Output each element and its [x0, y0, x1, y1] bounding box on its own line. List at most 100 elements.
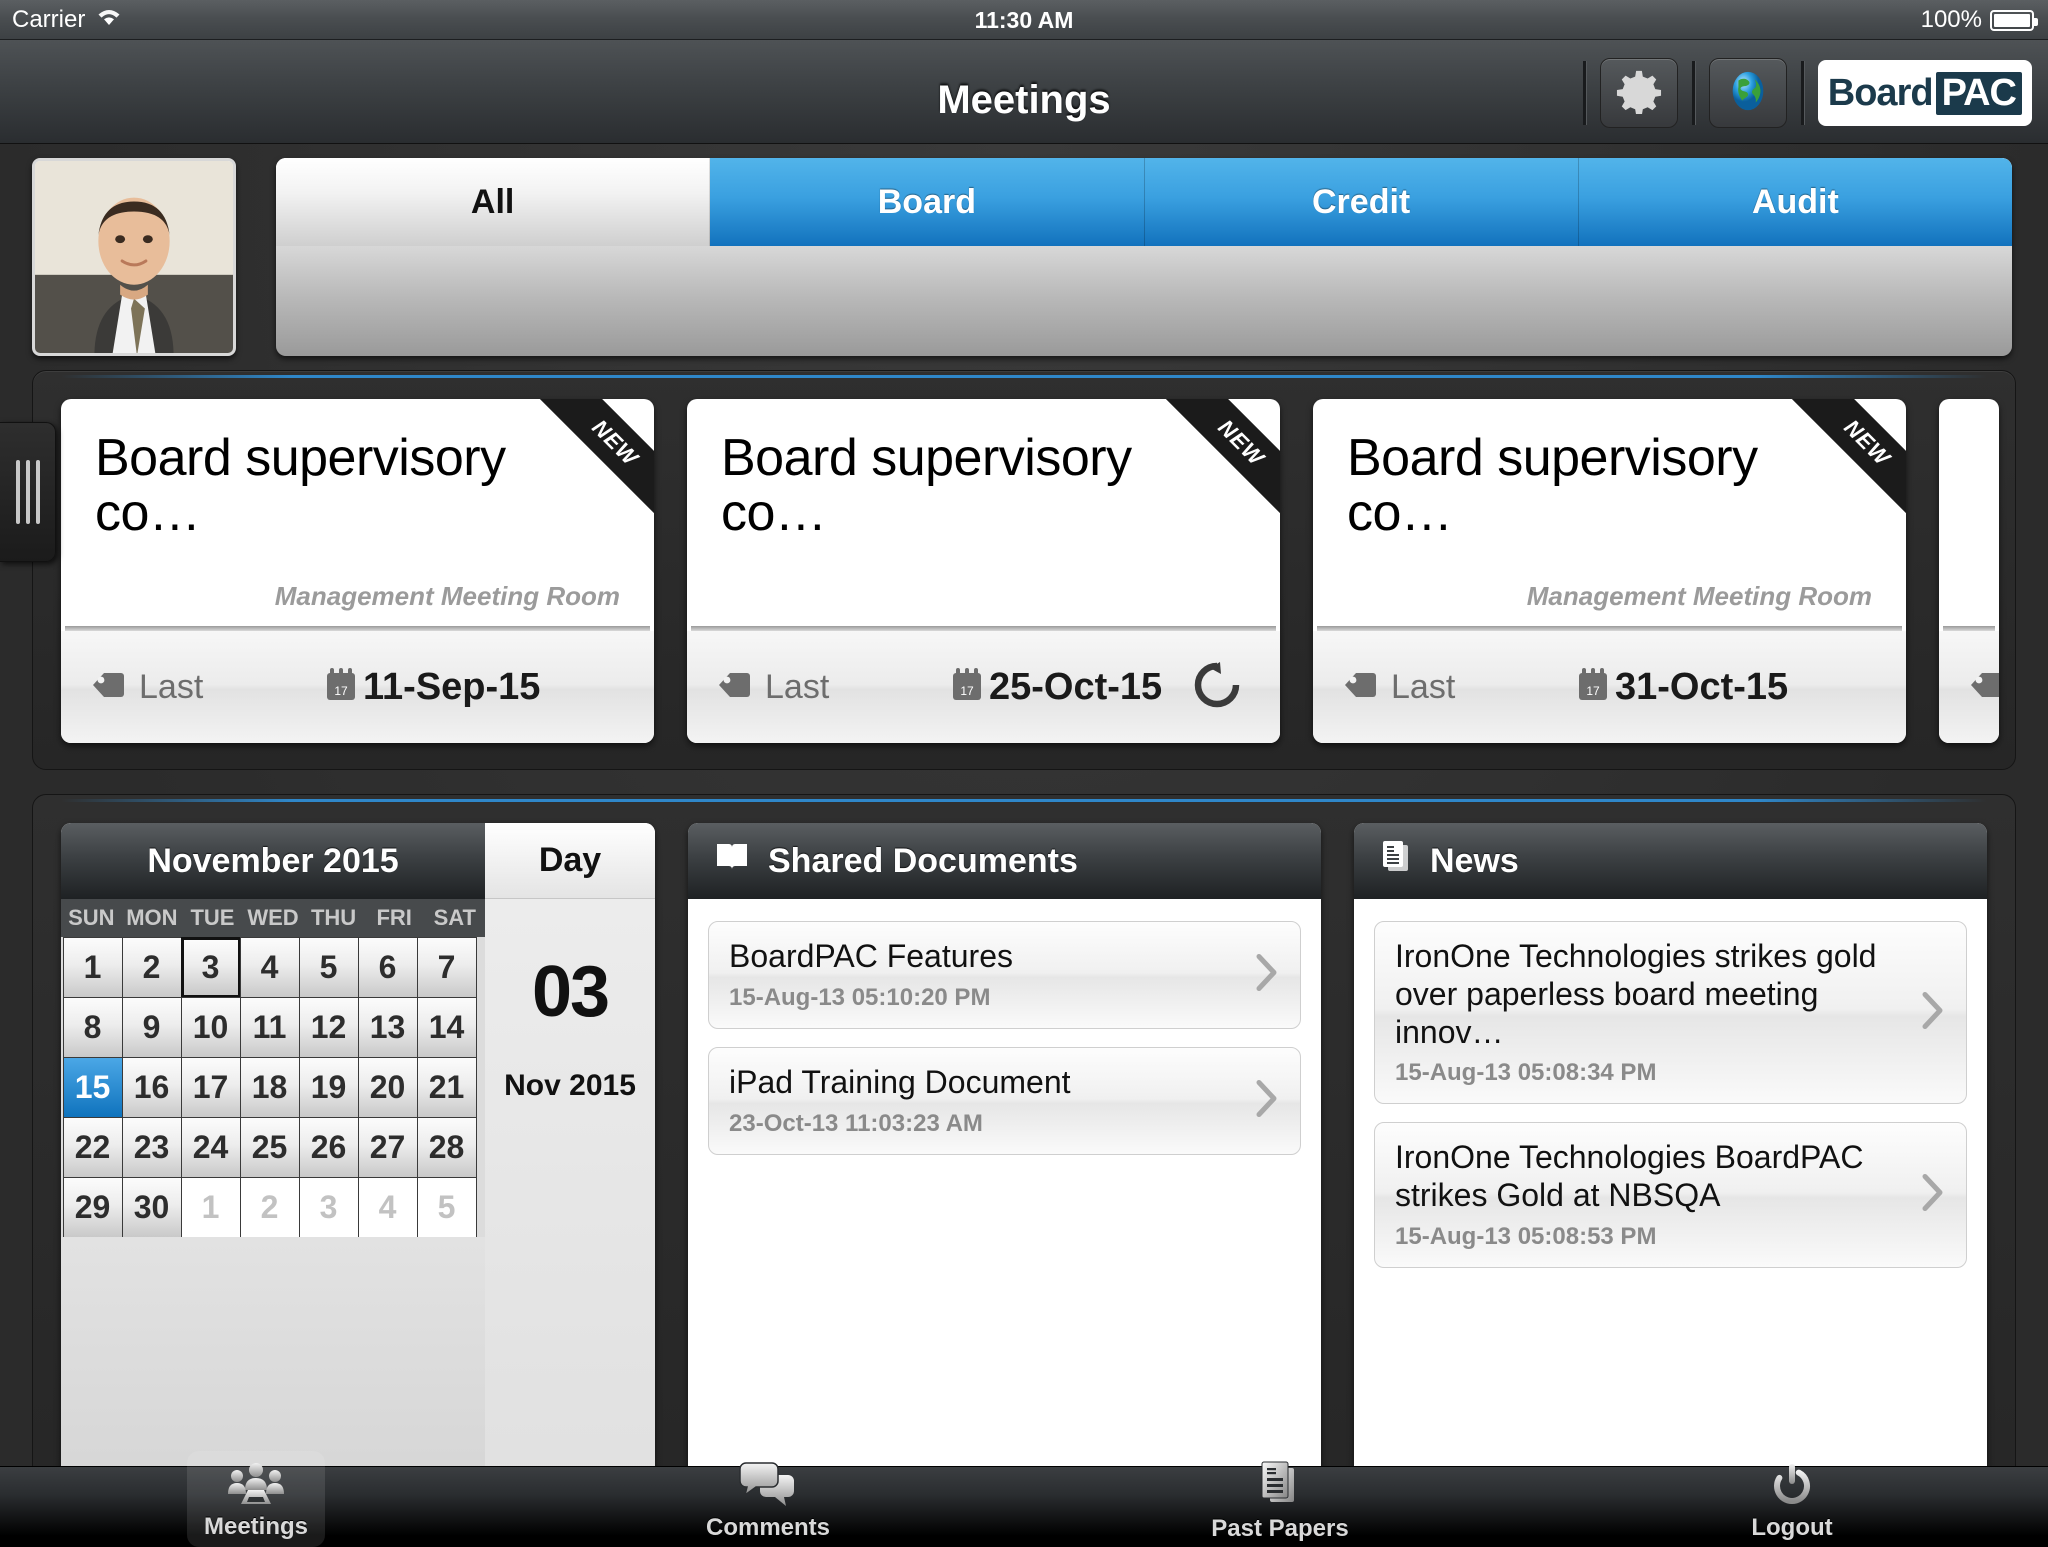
power-icon	[1769, 1461, 1815, 1512]
chevron-right-icon	[1922, 991, 1944, 1034]
calendar-day[interactable]: 17	[180, 1056, 241, 1118]
stacked-papers-icon	[1256, 1460, 1304, 1513]
svg-text:17: 17	[1586, 684, 1600, 698]
tab-board[interactable]: Board	[710, 158, 1145, 246]
tab-label: Meetings	[203, 1513, 308, 1540]
globe-icon	[1725, 68, 1771, 119]
meeting-card-footer: Last 17 25-Oct-15	[687, 631, 1280, 743]
shared-documents-list: BoardPAC Features 15-Aug-13 05:10:20 PM …	[688, 899, 1321, 1499]
open-book-icon	[714, 841, 750, 882]
calendar-day[interactable]: 2	[121, 936, 182, 998]
tab-credit[interactable]: Credit	[1144, 158, 1579, 246]
list-item[interactable]: BoardPAC Features 15-Aug-13 05:10:20 PM	[708, 921, 1301, 1029]
calendar-widget[interactable]: November 2015 SUN MON TUE WED THU FRI SA…	[61, 823, 655, 1499]
weekday-label: THU	[310, 905, 357, 930]
list-item[interactable]: iPad Training Document 23-Oct-13 11:03:2…	[708, 1046, 1301, 1155]
calendar-day[interactable]: 20	[357, 1056, 418, 1118]
gear-icon	[1616, 68, 1662, 119]
calendar-day[interactable]: 10	[180, 996, 241, 1058]
tab-logout[interactable]: Logout	[1536, 1464, 2048, 1541]
calendar-title: November 2015	[61, 823, 485, 899]
sync-refresh-icon[interactable]	[1190, 658, 1244, 717]
last-label: Last	[139, 667, 204, 706]
calendar-day[interactable]: 19	[298, 1056, 359, 1118]
calendar-day[interactable]: 11	[239, 996, 300, 1058]
bottom-panels-container: November 2015 SUN MON TUE WED THU FRI SA…	[32, 794, 2016, 1528]
calendar-day[interactable]: 9	[121, 996, 182, 1058]
calendar-day[interactable]: 4	[357, 1176, 418, 1238]
calendar-day[interactable]: 8	[62, 996, 123, 1058]
weekday-label: WED	[247, 905, 299, 930]
calendar-day[interactable]: 5	[416, 1176, 477, 1238]
calendar-day[interactable]: 5	[298, 936, 359, 998]
tag-icon	[1969, 670, 1999, 705]
top-row: All Board Credit Audit	[0, 144, 2048, 356]
calendar-day[interactable]: 21	[416, 1056, 477, 1118]
news-header: News	[1354, 823, 1987, 899]
calendar-day[interactable]: 15	[62, 1056, 123, 1118]
calendar-day[interactable]: 3	[180, 936, 241, 998]
calendar-day[interactable]: 13	[357, 996, 418, 1058]
svg-text:17: 17	[960, 684, 974, 698]
calendar-day[interactable]: 18	[239, 1056, 300, 1118]
tab-past-papers[interactable]: Past Papers	[1024, 1461, 1536, 1542]
meeting-filter-segmented-control[interactable]: All Board Credit Audit	[276, 158, 2012, 356]
handle-bar	[25, 460, 30, 524]
meeting-card-partial[interactable]	[1939, 399, 1999, 743]
tab-audit[interactable]: Audit	[1578, 158, 2012, 246]
calendar-day[interactable]: 1	[62, 936, 123, 998]
calendar-day[interactable]: 1	[180, 1176, 241, 1238]
calendar-day[interactable]: 24	[180, 1116, 241, 1178]
last-label: Last	[1391, 667, 1456, 706]
meeting-card[interactable]: NEW Board supervisory co… Management Mee…	[1313, 399, 1906, 743]
calendar-day-grid[interactable]: 1 2 3 4 5 6 7 8 9 10 11 12 13 14 15 16 17 18 19 20 21 22 23 24 2…	[61, 936, 485, 1238]
calendar-day[interactable]: 12	[298, 996, 359, 1058]
news-list: IronOne Technologies strikes gold over p…	[1354, 899, 1987, 1499]
calendar-weekday-row: SUN MON TUE WED THU FRI SAT	[61, 899, 485, 937]
chevron-right-icon	[1256, 953, 1278, 996]
calendar-day[interactable]: 23	[121, 1116, 182, 1178]
calendar-day[interactable]: 25	[239, 1116, 300, 1178]
date-group: 17 31-Oct-15	[1577, 666, 1788, 709]
list-item[interactable]: IronOne Technologies BoardPAC strikes Go…	[1374, 1122, 1967, 1268]
news-title-text: IronOne Technologies strikes gold over p…	[1395, 938, 1877, 1050]
calendar-day[interactable]: 27	[357, 1116, 418, 1178]
calendar-day[interactable]: 29	[62, 1176, 123, 1238]
navigation-bar: Meetings Board PAC	[0, 40, 2048, 144]
calendar-day[interactable]: 28	[416, 1116, 477, 1178]
calendar-day[interactable]: 2	[239, 1176, 300, 1238]
handle-bar	[35, 460, 40, 524]
sidebar-pull-handle[interactable]	[0, 422, 56, 562]
tab-label: Past Papers	[1211, 1515, 1349, 1542]
status-right: 100%	[1921, 0, 2038, 40]
calendar-day[interactable]: 14	[416, 996, 477, 1058]
documents-icon	[1380, 840, 1412, 883]
tab-meetings[interactable]: Meetings	[0, 1451, 512, 1547]
logo-pac-text: PAC	[1935, 71, 2022, 115]
globe-button[interactable]	[1708, 58, 1787, 128]
divider	[1582, 61, 1586, 125]
user-avatar[interactable]	[32, 158, 236, 356]
calendar-day[interactable]: 3	[298, 1176, 359, 1238]
calendar-day[interactable]: 22	[62, 1116, 123, 1178]
news-timestamp: 15-Aug-13 05:08:34 PM	[1395, 1059, 1657, 1087]
calendar-day[interactable]: 6	[357, 936, 418, 998]
shared-documents-panel: Shared Documents BoardPAC Features 15-Au…	[688, 823, 1321, 1499]
tab-label: Comments	[705, 1514, 831, 1541]
tab-all[interactable]: All	[276, 158, 711, 246]
list-item[interactable]: IronOne Technologies strikes gold over p…	[1374, 921, 1967, 1105]
calendar-day[interactable]: 30	[121, 1176, 182, 1238]
calendar-day[interactable]: 7	[416, 936, 477, 998]
last-group: Last	[717, 668, 829, 707]
calendar-day[interactable]: 4	[239, 936, 300, 998]
settings-button[interactable]	[1599, 58, 1678, 128]
meeting-card[interactable]: NEW Board supervisory co… Last 17 25-Oct…	[687, 399, 1280, 743]
weekday-label: SUN	[68, 905, 115, 930]
calendar-day[interactable]: 16	[121, 1056, 182, 1118]
battery-icon	[1990, 9, 2038, 31]
meeting-card[interactable]: NEW Board supervisory co… Management Mee…	[61, 399, 654, 743]
tab-comments[interactable]: Comments	[512, 1462, 1024, 1541]
tag-icon	[717, 670, 751, 705]
calendar-day[interactable]: 26	[298, 1116, 359, 1178]
day-month-year: Nov 2015	[504, 1069, 636, 1102]
